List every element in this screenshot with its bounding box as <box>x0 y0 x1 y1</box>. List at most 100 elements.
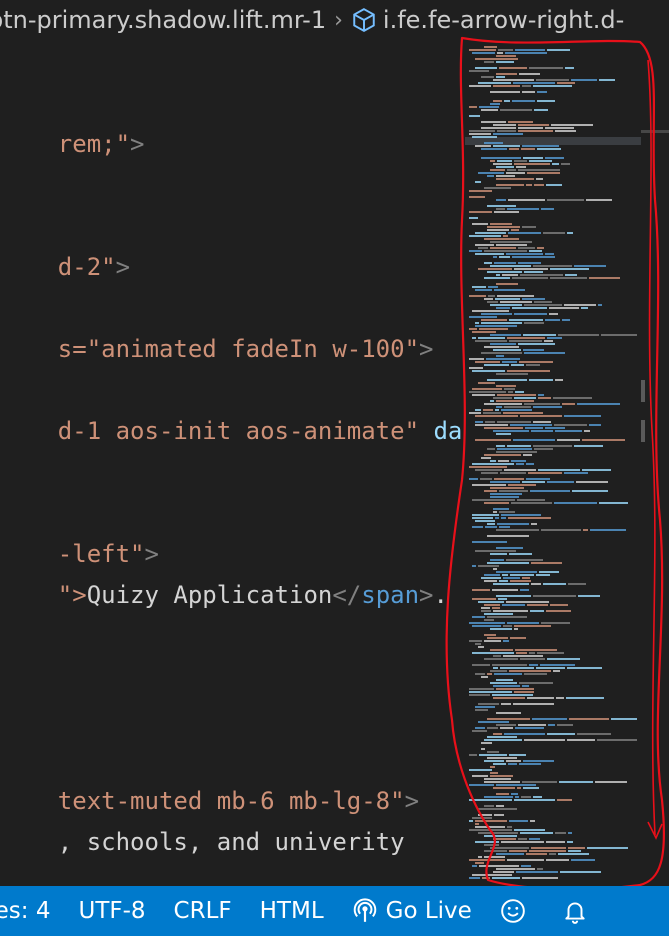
minimap-code-line <box>496 307 510 309</box>
minimap-code-line <box>601 334 637 336</box>
minimap-code-line <box>537 868 543 870</box>
minimap-code-line <box>487 727 498 729</box>
minimap-code-line <box>490 400 494 402</box>
minimap-code-line <box>496 76 505 78</box>
minimap-code-line <box>569 718 609 720</box>
minimap-code-line <box>472 565 476 567</box>
minimap-code-line <box>475 361 500 363</box>
minimap-code-line <box>530 820 535 822</box>
minimap-code-line <box>568 583 586 585</box>
minimap-code-line <box>550 268 589 270</box>
minimap-code-line <box>559 781 593 783</box>
minimap-code-line <box>521 148 535 150</box>
minimap-code-line <box>553 670 560 672</box>
minimap-code-line <box>493 838 516 840</box>
minimap-code-line <box>478 382 495 384</box>
minimap-code-line <box>478 247 488 249</box>
breadcrumb-item-icon-element[interactable]: i.fe.fe-arrow-right.d- <box>351 6 624 34</box>
minimap-code-line <box>493 583 529 585</box>
minimap-code-line <box>472 484 506 486</box>
minimap-code-line <box>487 301 498 303</box>
minimap-code-line <box>484 250 527 252</box>
minimap-code-line <box>484 238 519 240</box>
minimap-code-line <box>483 412 501 414</box>
minimap-code-line <box>481 319 507 321</box>
minimap-code-line <box>509 820 528 822</box>
minimap-code-line <box>472 337 476 339</box>
minimap-code-line <box>553 397 592 399</box>
minimap-code-line <box>481 610 491 612</box>
minimap-code-line <box>507 169 516 171</box>
minimap-code-line <box>496 571 537 573</box>
code-editor[interactable]: rem;"> d-2"> s="animated fadeIn w-100"> … <box>0 40 465 886</box>
minimap-code-line <box>481 76 494 78</box>
minimap-code-line <box>493 124 516 126</box>
minimap-code-line <box>472 310 509 312</box>
minimap-code-line <box>481 313 512 315</box>
minimap-code-line <box>574 445 603 447</box>
minimap-code-line <box>503 625 512 627</box>
minimap-code-line <box>565 67 574 69</box>
minimap-code-line <box>565 274 577 276</box>
minimap-code-line <box>507 208 539 210</box>
minimap-code-line <box>469 358 484 360</box>
minimap-code-line <box>481 352 522 354</box>
minimap-code-line <box>537 91 547 93</box>
minimap-code-line <box>537 100 555 102</box>
language-mode-status[interactable]: HTML <box>246 886 338 936</box>
minimap-code-line <box>562 319 570 321</box>
minimap-code-line <box>577 733 611 735</box>
minimap-code-line <box>475 67 497 69</box>
minimap-code-line <box>523 760 554 762</box>
scrollbar-thumb[interactable] <box>641 420 645 442</box>
text-content: , schools, and univerity <box>57 828 405 856</box>
minimap-code-line <box>478 646 484 648</box>
minimap-code-line <box>508 199 545 201</box>
minimap-code-line <box>511 364 524 366</box>
minimap-code-line <box>501 841 544 843</box>
minimap-code-line <box>518 130 553 132</box>
minimap-code-line <box>484 613 513 615</box>
breadcrumb-item-button-element[interactable]: btn-primary.shadow.lift.mr-1 <box>0 6 326 34</box>
minimap-code-line <box>546 859 569 861</box>
minimap-code-line <box>469 688 494 690</box>
minimap-code-line <box>484 46 497 48</box>
minimap-code-line <box>493 763 506 765</box>
minimap-code-line <box>516 166 526 168</box>
minimap-code-line <box>472 775 488 777</box>
minimap-code-line <box>490 493 522 495</box>
smiley-icon <box>501 899 525 923</box>
notifications-button[interactable] <box>548 886 610 936</box>
minimap-code-line <box>501 703 511 705</box>
minimap-code-line <box>469 877 480 879</box>
breadcrumb-separator: › <box>334 7 343 33</box>
encoding-status[interactable]: UTF-8 <box>64 886 159 936</box>
minimap-code-line <box>567 841 573 843</box>
minimap-code-line <box>475 673 485 675</box>
feedback-button[interactable] <box>486 886 548 936</box>
minimap-code-line <box>493 733 502 735</box>
minimap-code-line <box>494 289 525 291</box>
eol-status[interactable]: CRLF <box>160 886 246 936</box>
minimap-code-line <box>490 682 517 684</box>
minimap-code-line <box>487 535 529 537</box>
minimap[interactable] <box>465 40 641 886</box>
vertical-scrollbar[interactable] <box>641 40 669 886</box>
minimap-code-line <box>531 583 541 585</box>
minimap-code-line <box>599 79 615 81</box>
indentation-status[interactable]: ces: 4 <box>0 886 64 936</box>
go-live-button[interactable]: Go Live <box>338 886 486 936</box>
minimap-code-line <box>543 583 566 585</box>
minimap-code-line <box>512 256 555 258</box>
minimap-code-line <box>496 406 502 408</box>
minimap-code-line <box>526 184 532 186</box>
minimap-code-line <box>490 343 516 345</box>
minimap-code-line <box>537 652 564 654</box>
minimap-code-line <box>537 247 544 249</box>
minimap-code-line <box>534 448 553 450</box>
minimap-code-line <box>475 706 495 708</box>
scrollbar-thumb[interactable] <box>641 380 645 402</box>
minimap-code-line <box>528 472 562 474</box>
minimap-code-line <box>490 553 507 555</box>
code-line: , schools, and univerity <box>0 782 405 856</box>
